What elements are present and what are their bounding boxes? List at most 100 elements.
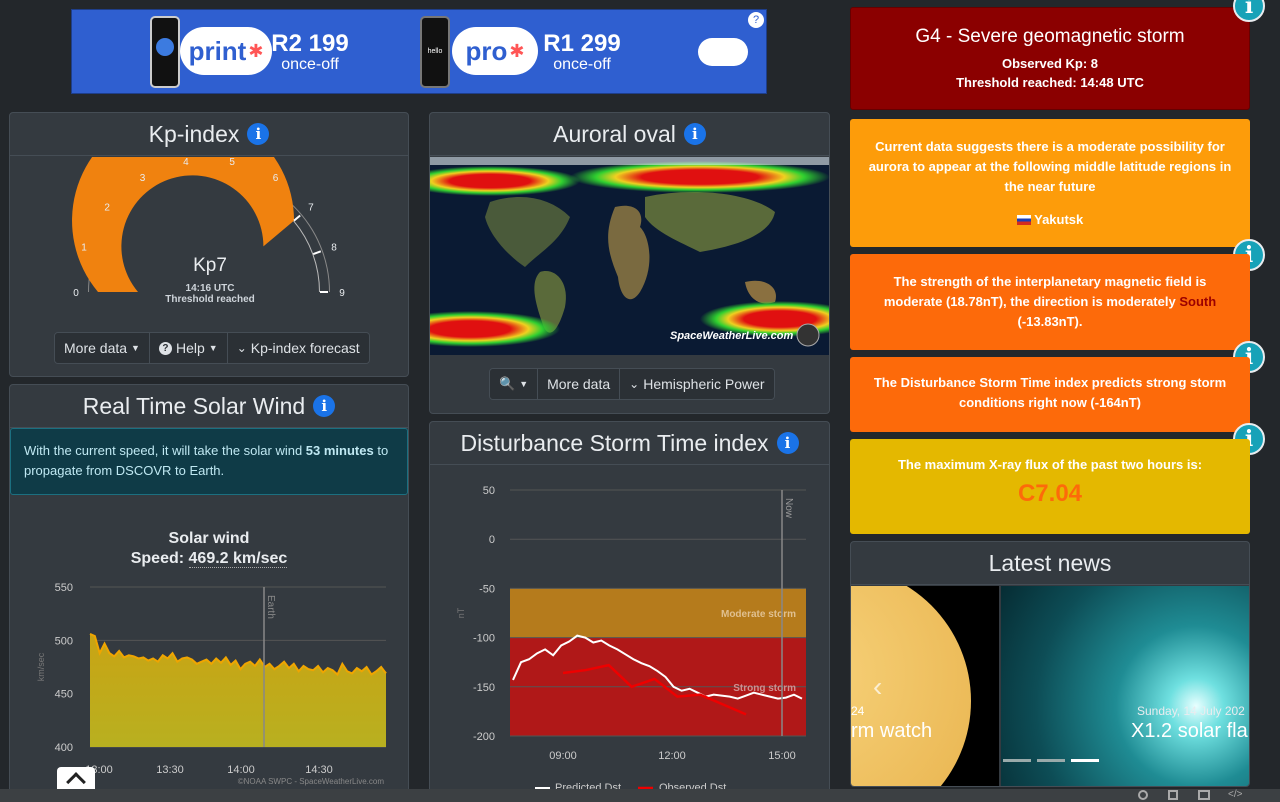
latest-news-panel: Latest news ‹ 24 rm watch Sunday, 14 Jul… xyxy=(850,541,1250,787)
news-card-sun-watch[interactable]: ‹ 24 rm watch xyxy=(851,586,999,786)
info-icon[interactable]: i xyxy=(313,395,336,417)
settings-icon[interactable] xyxy=(1138,790,1148,800)
earth-marker-label: Earth xyxy=(265,595,276,619)
auroral-oval-map[interactable]: SpaceWeatherLive.com xyxy=(430,157,829,355)
question-icon: ? xyxy=(158,341,172,355)
sw-y-tick: 400 xyxy=(55,742,73,754)
sw-speed: Speed: 469.2 km/sec xyxy=(130,550,288,568)
ad-pro-pill: pro ✱ xyxy=(452,27,538,75)
news-right-date: Sunday, 14 July 202 xyxy=(1137,704,1245,718)
sw-area xyxy=(90,633,386,747)
now-marker-label: Now xyxy=(783,498,794,519)
news-left-date: 24 xyxy=(851,704,865,718)
dst-x-tick: 12:00 xyxy=(658,750,686,762)
dst-x-tick: 15:00 xyxy=(768,750,796,762)
info-icon[interactable]: i xyxy=(247,123,270,145)
kp-tick-label: 8 xyxy=(331,243,337,254)
news-right-caption: X1.2 solar fla xyxy=(1131,720,1248,742)
more-data-button[interactable]: More data xyxy=(538,369,621,399)
g4-time: Threshold reached: 14:48 UTC xyxy=(956,75,1144,90)
dst-y-tick: -100 xyxy=(473,633,495,645)
kp-tick-label: 1 xyxy=(81,243,87,254)
kp-tick-label: 4 xyxy=(183,157,189,168)
dst-y-tick: 50 xyxy=(483,485,495,497)
more-data-button[interactable]: More data ▼ xyxy=(55,333,150,363)
sw-x-tick: 14:30 xyxy=(305,764,333,776)
scroll-top-button[interactable] xyxy=(57,767,95,792)
sw-y-tick: 500 xyxy=(55,635,73,647)
sw-x-tick: 14:00 xyxy=(227,764,255,776)
ad-print-pill: print ✱ xyxy=(180,27,272,75)
auroral-oval-panel: Auroral oval i SpaceWeatherLive.com 🔍 ▼ … xyxy=(429,112,830,414)
code-icon[interactable]: </> xyxy=(1228,789,1242,800)
caret-down-icon: ▼ xyxy=(131,343,140,353)
g4-kp: Observed Kp: 8 xyxy=(1001,56,1099,71)
kp-tick-label: 2 xyxy=(104,203,110,214)
download-icon[interactable] xyxy=(1168,790,1178,800)
solar-wind-chart: 400450500550km/sec13:00 13:30 14:00 14:30Ea… xyxy=(36,582,387,786)
news-card-solar-flare[interactable]: Sunday, 14 July 202 X1.2 solar fla xyxy=(1001,586,1249,786)
ad-print-price: R2 199 once-off xyxy=(271,30,349,73)
propagation-message: With the current speed, it will take the… xyxy=(10,428,408,495)
ad-banner[interactable]: print ✱ R2 199 once-off hello pro ✱ R1 299… xyxy=(71,9,767,94)
carousel-indicator[interactable] xyxy=(1037,759,1065,762)
kp-index-header: Kp-index i xyxy=(10,113,408,156)
double-chevron-down-icon: ⌄ xyxy=(629,377,640,391)
dst-header: Disturbance Storm Time index i xyxy=(430,422,829,465)
auroral-oval-header: Auroral oval i xyxy=(430,113,829,156)
dst-chart: 50 0 -50 -100 -150 -200 nT Moderate storm Strong… xyxy=(456,485,806,794)
dst-panel: Disturbance Storm Time index i 50 0 -50 -10… xyxy=(429,421,830,796)
dst-x-tick: 09:00 xyxy=(549,750,577,762)
solar-wind-header: Real Time Solar Wind i xyxy=(10,385,408,428)
kp-tick-label: 5 xyxy=(229,157,235,168)
dst-alert: The Disturbance Storm Time index predict… xyxy=(850,357,1250,432)
dst-y-tick: -50 xyxy=(479,583,495,595)
dst-title: Disturbance Storm Time index xyxy=(460,429,769,456)
auroral-button-group: 🔍 ▼ More data ⌄ Hemispheric Power xyxy=(489,368,775,400)
carousel-indicator-active[interactable] xyxy=(1071,759,1099,762)
dst-y-axis-label: nT xyxy=(456,607,466,618)
xray-value: C7.04 xyxy=(1017,480,1083,507)
help-button[interactable]: ? Help ▼ xyxy=(149,333,228,363)
solar-wind-title: Real Time Solar Wind xyxy=(82,392,306,419)
g4-title: G4 - Severe geomagnetic storm xyxy=(915,26,1185,47)
strong-storm-label: Strong storm xyxy=(733,683,796,694)
kp-threshold: Threshold reached xyxy=(165,294,255,305)
swl-logo-icon xyxy=(796,323,820,347)
kp-tick-label: 6 xyxy=(273,173,279,184)
hemispheric-power-button[interactable]: ⌄ Hemispheric Power xyxy=(620,369,774,399)
aurora-region: Yakutsk xyxy=(866,210,1234,230)
window-icon[interactable] xyxy=(1198,790,1210,800)
dst-y-tick: -200 xyxy=(473,731,495,743)
dst-y-tick: -150 xyxy=(473,682,495,694)
auroral-oval-title: Auroral oval xyxy=(553,120,676,147)
g4-storm-alert: G4 - Severe geomagnetic storm Observed K… xyxy=(850,7,1250,110)
kp-button-group: More data ▼ ? Help ▼ ⌄ Kp-index forecast xyxy=(54,332,370,364)
info-icon[interactable]: i xyxy=(776,432,799,454)
kp-tick-mark xyxy=(312,250,322,255)
news-carousel[interactable]: ‹ 24 rm watch Sunday, 14 July 202 X1.2 s… xyxy=(851,586,1249,786)
auroral-watermark: SpaceWeatherLive.com xyxy=(670,330,794,342)
news-left-caption: rm watch xyxy=(851,720,933,742)
speed-value: 469.2 km/sec xyxy=(188,550,288,568)
ad-info-icon[interactable]: ? xyxy=(748,12,764,28)
imf-alert: The strength of the interplanetary magne… xyxy=(850,254,1250,350)
sw-x-tick: 13:30 xyxy=(156,764,184,776)
imf-direction: South xyxy=(1179,294,1217,309)
double-chevron-down-icon: ⌄ xyxy=(236,341,247,355)
zoom-button[interactable]: 🔍 ▼ xyxy=(490,369,539,399)
latest-news-title: Latest news xyxy=(988,549,1112,576)
kp-gauge-outline xyxy=(293,220,320,292)
sw-credit: ©NOAA SWPC - SpaceWeatherLive.com xyxy=(238,777,385,786)
info-icon[interactable]: i xyxy=(683,123,706,145)
carousel-indicator[interactable] xyxy=(1003,759,1031,762)
kp-tick-mark xyxy=(293,214,301,222)
kp-tick-label: 3 xyxy=(140,173,146,184)
sw-chart-title: Solar wind xyxy=(168,530,250,547)
carousel-prev-icon[interactable]: ‹ xyxy=(873,671,882,703)
russia-flag-icon xyxy=(1016,215,1031,225)
kp-value-label: Kp7 xyxy=(193,255,227,276)
dst-y-tick: 0 xyxy=(489,534,495,546)
kp-forecast-button[interactable]: ⌄ Kp-index forecast xyxy=(227,333,369,363)
zoom-icon: 🔍 xyxy=(499,376,516,391)
